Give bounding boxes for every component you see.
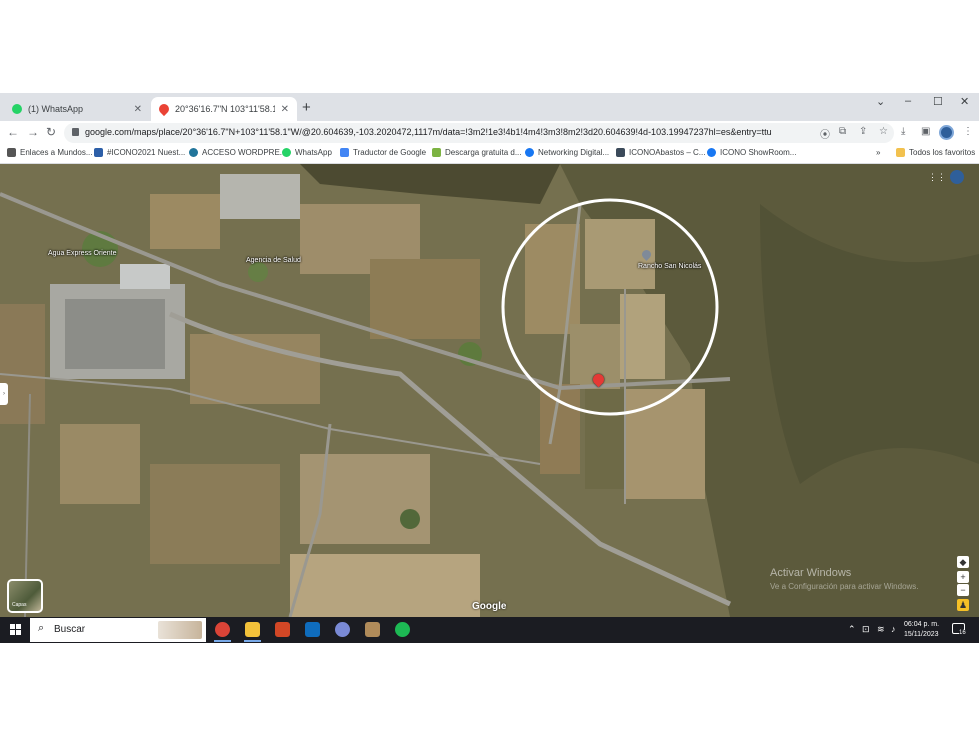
- bookmark-item[interactable]: #ICONO2021 Nuest...: [94, 148, 185, 157]
- all-bookmarks-folder[interactable]: Todos los favoritos: [896, 148, 975, 157]
- bookmark-label: Todos los favoritos: [909, 148, 976, 157]
- bookmark-label: Enlaces a Mundos...: [20, 148, 93, 157]
- close-icon[interactable]: ✕: [134, 104, 142, 115]
- paint-icon[interactable]: [335, 622, 350, 637]
- bookmark-label: WhatsApp: [295, 148, 332, 157]
- new-tab-button[interactable]: +: [302, 99, 311, 116]
- account-avatar[interactable]: [950, 170, 964, 184]
- file-explorer-icon[interactable]: [244, 622, 261, 642]
- maximize-button[interactable]: ☐: [933, 95, 943, 108]
- windows-watermark-subtitle: Ve a Configuración para activar Windows.: [770, 582, 919, 591]
- bookmark-item[interactable]: ICONO ShowRoom...: [707, 148, 796, 157]
- browser-window: (1) WhatsApp ✕ 20°36'16.7"N 103°11'58.1"…: [0, 93, 979, 643]
- search-label: Buscar: [54, 624, 86, 635]
- menu-dots-icon[interactable]: ⋮: [963, 126, 973, 137]
- bookmark-star-icon[interactable]: ☆: [879, 126, 888, 137]
- satellite-imagery: [0, 164, 979, 617]
- reload-button[interactable]: ↻: [46, 125, 56, 139]
- facebook-icon: [707, 148, 716, 157]
- tab-strip: (1) WhatsApp ✕ 20°36'16.7"N 103°11'58.1"…: [0, 93, 979, 121]
- google-logo: Google: [472, 601, 507, 612]
- tab-title: (1) WhatsApp: [28, 104, 84, 114]
- wordpress-icon: [189, 148, 198, 157]
- spotify-icon[interactable]: [395, 622, 410, 637]
- google-maps-icon: [156, 101, 172, 117]
- windows-watermark-title: Activar Windows: [770, 567, 852, 579]
- map-label-agua-express[interactable]: Agua Express Oriente: [48, 250, 116, 257]
- volume-icon[interactable]: ♪: [891, 624, 896, 634]
- clock-date: 15/11/2023: [904, 631, 939, 638]
- tab-google-maps[interactable]: 20°36'16.7"N 103°11'58.1"W - G ✕: [151, 97, 297, 121]
- search-icon: ⌕: [38, 622, 45, 634]
- bookmarks-bar: Enlaces a Mundos... #ICONO2021 Nuest... …: [0, 145, 979, 164]
- bookmark-label: ACCESO WORDPRE...: [202, 148, 287, 157]
- collapse-panel-handle[interactable]: ›: [0, 383, 8, 405]
- notification-count: 16: [959, 630, 966, 636]
- back-button[interactable]: ←: [7, 125, 19, 139]
- windows-taskbar: ⌕ Buscar ⌃ ⊡ ≋ ♪ 06:04 p. m. 15/11/2023 …: [0, 617, 979, 643]
- translate-icon: [340, 148, 349, 157]
- bookmarks-overflow-button[interactable]: »: [876, 148, 880, 157]
- photo-app-icon[interactable]: [365, 622, 380, 637]
- bookmark-label: Networking Digital...: [538, 148, 610, 157]
- install-app-icon[interactable]: ⧉: [839, 126, 846, 137]
- zoom-out-button[interactable]: −: [957, 584, 969, 596]
- icono-icon: [616, 148, 625, 157]
- android-icon: [432, 148, 441, 157]
- search-highlight-image: [158, 621, 202, 639]
- minimize-button[interactable]: –: [905, 95, 911, 107]
- close-icon[interactable]: ✕: [281, 104, 289, 115]
- bookmark-item[interactable]: Enlaces a Mundos...: [7, 148, 92, 157]
- close-window-button[interactable]: ✕: [960, 95, 969, 108]
- bookmark-icon: [7, 148, 16, 157]
- bookmark-label: ICONOAbastos – C...: [629, 148, 706, 157]
- facebook-icon: [525, 148, 534, 157]
- chrome-icon[interactable]: [214, 622, 231, 642]
- bookmark-item[interactable]: ICONOAbastos – C...: [616, 148, 705, 157]
- map-label-salud[interactable]: Agencia de Salud: [246, 257, 301, 264]
- satellite-map[interactable]: Rancho San Nicolás Agua Express Oriente …: [0, 164, 979, 617]
- tab-search-chevron-icon[interactable]: ⌄: [876, 95, 885, 108]
- tab-title: 20°36'16.7"N 103°11'58.1"W - G: [175, 104, 275, 114]
- network-icon[interactable]: ⊡: [862, 624, 870, 635]
- bookmark-item[interactable]: ACCESO WORDPRE...: [189, 148, 286, 157]
- compass-icon[interactable]: ◆: [957, 556, 969, 568]
- location-icon[interactable]: ⦿: [820, 126, 830, 141]
- bookmark-item[interactable]: Networking Digital...: [525, 148, 609, 157]
- profile-avatar[interactable]: [939, 125, 954, 140]
- tab-whatsapp[interactable]: (1) WhatsApp ✕: [4, 97, 150, 121]
- side-panel-icon[interactable]: ▣: [921, 126, 930, 137]
- clock-time: 06:04 p. m.: [904, 621, 940, 628]
- browser-toolbar: ← → ↻ google.com/maps/place/20°36'16.7"N…: [0, 121, 979, 145]
- whatsapp-icon: [282, 148, 291, 157]
- bookmark-label: Descarga gratuita d...: [445, 148, 522, 157]
- windows-start-icon[interactable]: [10, 624, 22, 636]
- layers-label: Capas: [12, 602, 27, 608]
- url-text: google.com/maps/place/20°36'16.7"N+103°1…: [85, 127, 772, 137]
- zoom-in-button[interactable]: +: [957, 571, 969, 583]
- wifi-icon[interactable]: ≋: [877, 624, 885, 635]
- system-clock[interactable]: 06:04 p. m. 15/11/2023: [904, 620, 939, 640]
- map-label-rancho[interactable]: Rancho San Nicolás: [638, 263, 701, 270]
- share-icon[interactable]: ⇪: [859, 126, 867, 137]
- folder-icon: [896, 148, 905, 157]
- street-view-pegman-icon[interactable]: ♟: [957, 599, 969, 611]
- bookmark-item[interactable]: Descarga gratuita d...: [432, 148, 521, 157]
- outlook-icon[interactable]: [305, 622, 320, 637]
- apps-grid-icon[interactable]: ⋮⋮: [928, 170, 946, 184]
- bookmark-item[interactable]: WhatsApp: [282, 148, 332, 157]
- address-bar[interactable]: google.com/maps/place/20°36'16.7"N+103°1…: [64, 123, 894, 143]
- icono-icon: [94, 148, 103, 157]
- bookmark-item[interactable]: Traductor de Google: [340, 148, 426, 157]
- whatsapp-icon: [12, 104, 22, 114]
- download-icon[interactable]: ⤓: [901, 126, 905, 137]
- lock-icon: [72, 128, 79, 136]
- powerpoint-icon[interactable]: [275, 622, 290, 637]
- taskbar-search-box[interactable]: ⌕ Buscar: [30, 618, 206, 642]
- bookmark-label: Traductor de Google: [353, 148, 427, 157]
- bookmark-label: #ICONO2021 Nuest...: [107, 148, 186, 157]
- forward-button[interactable]: →: [27, 125, 39, 139]
- tray-chevron-icon[interactable]: ⌃: [848, 624, 856, 635]
- bookmark-label: ICONO ShowRoom...: [720, 148, 797, 157]
